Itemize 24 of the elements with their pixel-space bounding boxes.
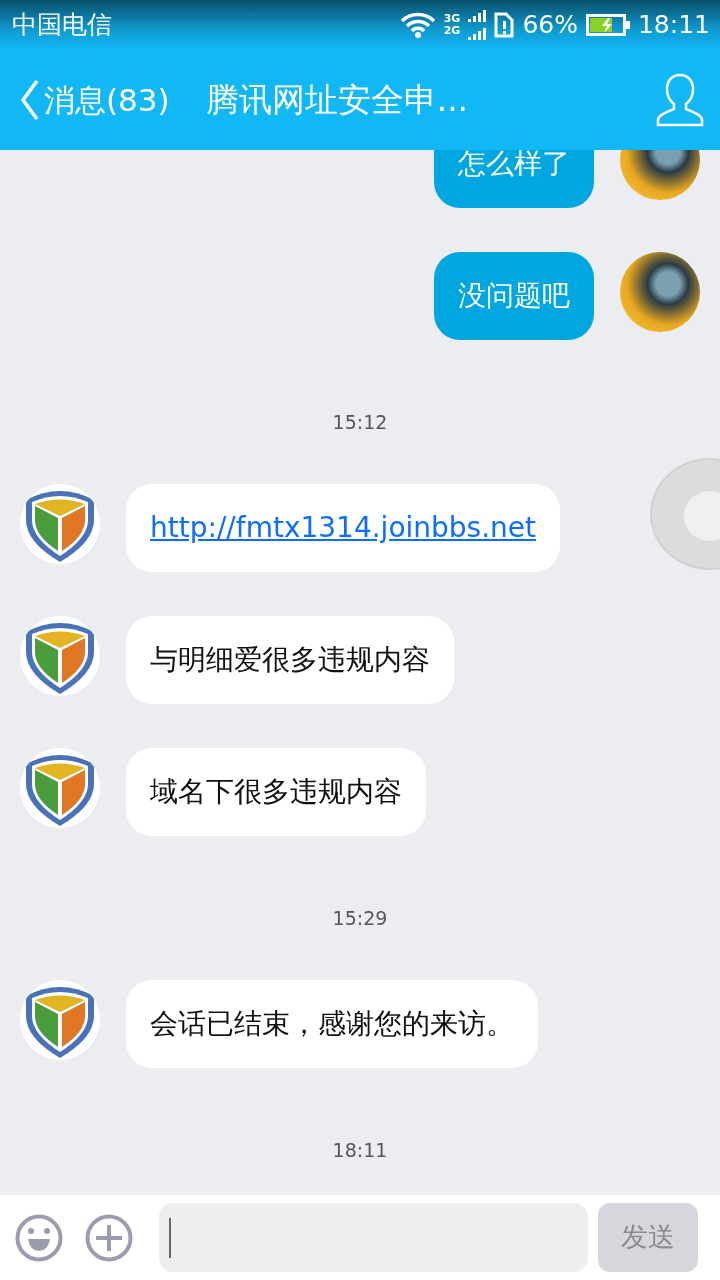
- back-button[interactable]: 消息(83): [20, 76, 170, 124]
- text-cursor: [169, 1217, 171, 1258]
- network-type-label: 3G: [443, 13, 461, 25]
- battery-percent: 66%: [522, 9, 578, 42]
- network-type-label: 2G: [443, 25, 461, 37]
- wifi-icon: [399, 11, 436, 39]
- message-bubble: 怎么样了: [434, 150, 594, 208]
- message-bubble: 会话已结束，感谢您的来访。: [126, 980, 538, 1068]
- message-input-field[interactable]: [159, 1203, 588, 1272]
- message-link[interactable]: http://fmtx1314.joinbbs.net: [150, 511, 537, 544]
- timestamp: 15:12: [332, 410, 388, 435]
- battery-charging-icon: [585, 14, 630, 36]
- sim-card-icon: [494, 12, 515, 38]
- clock-time: 18:11: [637, 9, 710, 42]
- signal-icon: [468, 10, 487, 40]
- emoji-icon[interactable]: [15, 1213, 63, 1262]
- message-bubble: 域名下很多违规内容: [126, 748, 426, 836]
- timestamp: 18:11: [332, 1138, 388, 1163]
- carrier-name: 中国电信: [12, 9, 112, 42]
- add-icon[interactable]: [85, 1213, 133, 1262]
- chat-title: 腾讯网址安全申...: [205, 79, 469, 122]
- message-bubble: 与明细爱很多违规内容: [126, 616, 454, 704]
- timestamp: 15:29: [332, 906, 388, 931]
- message-bubble: 没问题吧: [434, 252, 594, 340]
